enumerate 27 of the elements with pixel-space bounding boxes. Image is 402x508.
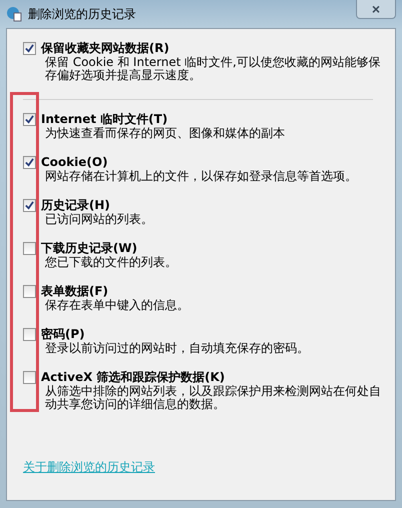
option-description: 您已下载的文件的列表。: [45, 256, 177, 269]
checkbox[interactable]: [23, 156, 36, 169]
option-description: 登录以前访问过的网站时，自动填充保存的密码。: [45, 342, 309, 355]
app-icon: [6, 6, 22, 22]
option-label: 下载历史记录(W): [41, 241, 138, 256]
checkbox[interactable]: [23, 285, 36, 298]
option-description: 网站存储在计算机上的文件，以保存如登录信息等首选项。: [45, 170, 357, 183]
checkbox[interactable]: [23, 113, 36, 126]
option-label: 历史记录(H): [41, 198, 112, 213]
option-label: ActiveX 筛选和跟踪保护数据(K): [41, 370, 226, 385]
checkbox[interactable]: [23, 42, 36, 55]
option-description: 保留 Cookie 和 Internet 临时文件,可以使您收藏的网站能够保存偏好选项并提高显示速度。: [45, 56, 382, 82]
checkbox[interactable]: [23, 199, 36, 212]
option-description: 保存在表单中键入的信息。: [45, 299, 189, 312]
option-description: 为快速查看而保存的网页、图像和媒体的副本: [45, 127, 285, 140]
option-label: Internet 临时文件(T): [41, 112, 169, 127]
option-label: 表单数据(F): [41, 284, 110, 299]
close-button[interactable]: ×: [356, 0, 396, 19]
checkbox[interactable]: [23, 328, 36, 341]
checkbox[interactable]: [23, 242, 36, 255]
option-label: 密码(P): [41, 327, 86, 342]
checkbox[interactable]: [23, 371, 36, 384]
option-description: 已访问网站的列表。: [45, 213, 153, 226]
option-description: 从筛选中排除的网站列表，以及跟踪保护用来检测网站在何处自动共享您访问的详细信息的数据。: [45, 385, 382, 411]
window-title: 删除浏览的历史记录: [28, 6, 136, 22]
option-label: 保留收藏夹网站数据(R): [41, 41, 170, 56]
option-label: Cookie(O): [41, 155, 109, 170]
